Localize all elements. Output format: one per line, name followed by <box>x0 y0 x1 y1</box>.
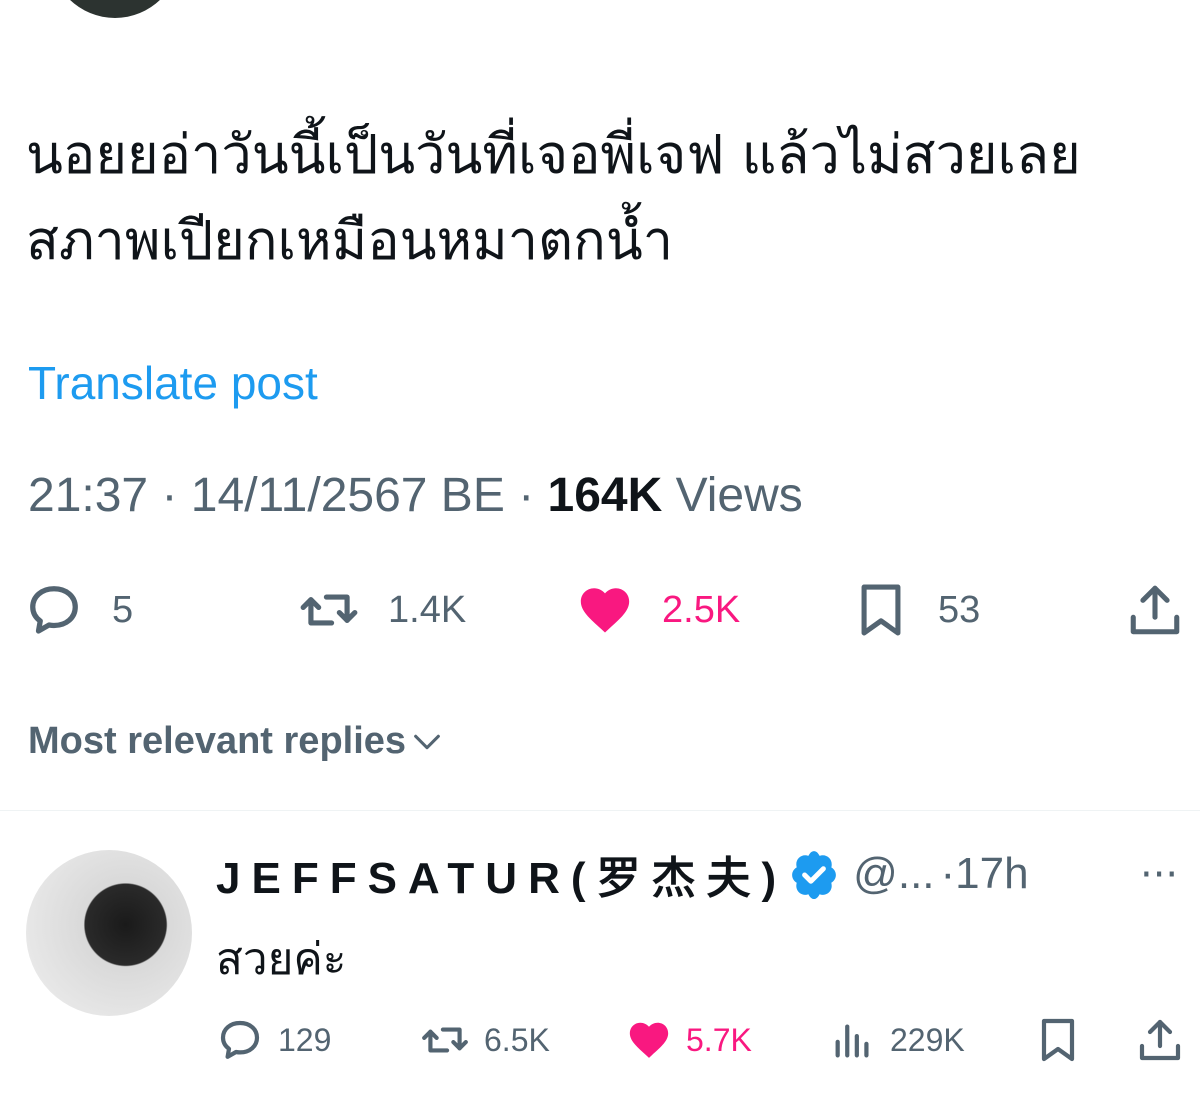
reply-repost-button[interactable]: 6.5K <box>420 1014 550 1066</box>
reply-header: JEFFSATUR(罗杰夫) @... ·17h <box>216 842 1029 906</box>
bookmark-count: 53 <box>938 588 981 631</box>
bookmark-icon <box>1041 1018 1075 1062</box>
meta-separator: · <box>161 469 178 522</box>
like-button[interactable]: 2.5K <box>576 578 740 642</box>
replies-sort-selector[interactable]: Most relevant replies <box>28 720 444 763</box>
reply-views-count: 229K <box>890 1021 965 1058</box>
reply-author-avatar[interactable] <box>26 850 192 1016</box>
replies-sort-label: Most relevant replies <box>28 720 407 762</box>
reply-text: สวยค่ะ <box>216 934 347 985</box>
repost-button[interactable]: 1.4K <box>298 578 466 642</box>
repost-arrows-icon <box>300 594 358 626</box>
verified-badge-icon <box>792 851 837 899</box>
post-metadata: 21:37 · 14/11/2567 BE · 164K Views <box>28 468 803 523</box>
reply-like-count: 5.7K <box>686 1021 752 1058</box>
reply-author-name[interactable]: JEFFSATUR(罗杰夫) <box>216 842 787 906</box>
more-options-icon[interactable]: ··· <box>1140 852 1178 898</box>
post-date: 14/11/2567 BE <box>190 469 505 522</box>
share-upload-icon <box>1130 585 1180 635</box>
reply-button[interactable]: 5 <box>24 578 133 642</box>
post-text: นอยยอ่าวันนี้เป็นวันที่เจอพี่เจฟ แล้วไม่… <box>26 123 1081 272</box>
reply-action-bar: 129 6.5K 5.7K 229K <box>0 1014 1200 1066</box>
reply-repost-count: 6.5K <box>484 1021 550 1058</box>
bookmark-button[interactable]: 53 <box>852 578 980 642</box>
meta-separator: · <box>518 469 535 522</box>
reply-reply-button[interactable]: 129 <box>216 1014 331 1066</box>
repost-count: 1.4K <box>388 588 467 631</box>
heart-icon <box>629 1022 669 1058</box>
divider <box>0 810 1200 811</box>
speech-bubble-icon <box>220 1020 260 1059</box>
reply-time: ·17h <box>940 849 1029 898</box>
post-time: 21:37 <box>28 469 149 522</box>
like-count: 2.5K <box>662 588 741 631</box>
reply-bookmark-button[interactable] <box>1034 1014 1082 1066</box>
post-action-bar: 5 1.4K 2.5K 53 <box>0 578 1200 642</box>
bookmark-icon <box>861 584 901 636</box>
author-avatar[interactable] <box>50 0 180 18</box>
share-button[interactable] <box>1126 578 1184 642</box>
repost-arrows-icon <box>422 1027 468 1053</box>
views-label: Views <box>675 469 803 522</box>
heart-icon <box>580 588 630 633</box>
reply-views-button[interactable]: 229K <box>830 1014 965 1066</box>
speech-bubble-icon <box>30 586 78 634</box>
chevron-down-icon <box>414 734 440 749</box>
reply-like-button[interactable]: 5.7K <box>626 1014 752 1066</box>
translate-post-link[interactable]: Translate post <box>28 356 318 410</box>
reply-share-button[interactable] <box>1136 1014 1184 1066</box>
bar-chart-icon <box>835 1024 869 1058</box>
reply-author-handle[interactable]: @... <box>853 849 934 899</box>
share-upload-icon <box>1139 1019 1181 1061</box>
reply-count: 5 <box>112 588 134 631</box>
reply-reply-count: 129 <box>278 1021 332 1058</box>
views-count: 164K <box>547 469 663 522</box>
